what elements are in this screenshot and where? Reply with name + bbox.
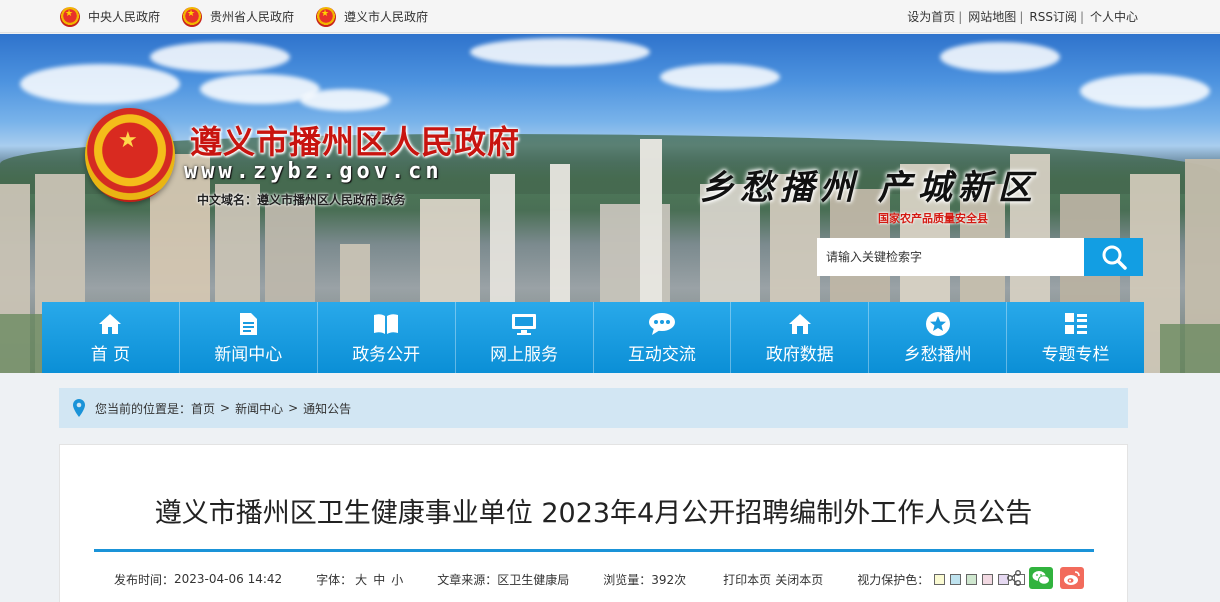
nav-online-service[interactable]: 网上服务 bbox=[456, 302, 594, 373]
font-label: 字体： bbox=[316, 572, 353, 587]
nav-label: 网上服务 bbox=[490, 344, 559, 365]
national-emblem-icon bbox=[182, 6, 203, 27]
title-divider bbox=[94, 549, 1094, 552]
breadcrumb: 您当前的位置是： 首页 > 新闻中心 > 通知公告 bbox=[59, 388, 1128, 428]
eye-label: 视力保护色： bbox=[857, 572, 930, 587]
document-icon bbox=[238, 311, 258, 337]
nav-special-topics[interactable]: 专题专栏 bbox=[1007, 302, 1144, 373]
nav-label: 首 页 bbox=[90, 344, 131, 365]
government-links: 中央人民政府 贵州省人民政府 遵义市人民政府 bbox=[60, 0, 450, 33]
zunyi-government-link[interactable]: 遵义市人民政府 bbox=[316, 6, 429, 27]
font-size-controls: 字体： 大 中 小 bbox=[316, 571, 403, 588]
location-pin-icon bbox=[73, 399, 85, 417]
article-panel: 遵义市播州区卫生健康事业单位 2023年4月公开招聘编制外工作人员公告 发布时间… bbox=[59, 444, 1128, 602]
national-emblem-icon bbox=[60, 6, 80, 27]
eye-color-blue[interactable] bbox=[950, 573, 962, 585]
breadcrumb-separator: > bbox=[288, 401, 299, 415]
eye-protection-colors: 视力保护色： bbox=[857, 571, 1026, 588]
utility-links: 设为首页 | 网站地图 | RSS订阅 | 个人中心 bbox=[907, 0, 1138, 33]
nav-home[interactable]: 首 页 bbox=[42, 302, 180, 373]
nav-government-data[interactable]: 政府数据 bbox=[731, 302, 870, 373]
top-bar: 中央人民政府 贵州省人民政府 遵义市人民政府 设为首页| 网站地图| RSS订阅… bbox=[0, 0, 1220, 33]
chat-icon bbox=[648, 311, 676, 337]
eye-color-yellow[interactable] bbox=[934, 573, 946, 585]
home-icon bbox=[98, 311, 122, 337]
breadcrumb-notices[interactable]: 通知公告 bbox=[303, 400, 351, 417]
source-value: 区卫生健康局 bbox=[497, 572, 570, 587]
national-emblem-icon bbox=[316, 6, 337, 27]
monitor-icon bbox=[511, 311, 537, 337]
publish-time: 发布时间： 2023-04-06 14:42 bbox=[114, 571, 282, 588]
font-small-button[interactable]: 小 bbox=[391, 571, 403, 588]
breadcrumb-home[interactable]: 首页 bbox=[191, 400, 215, 417]
article-source: 文章来源： 区卫生健康局 bbox=[437, 571, 569, 588]
nav-label: 政务公开 bbox=[352, 344, 421, 365]
nav-label: 专题专栏 bbox=[1041, 344, 1110, 365]
page-actions: 打印本页 关闭本页 bbox=[720, 571, 823, 588]
divider: | bbox=[1079, 9, 1084, 24]
divider: | bbox=[958, 9, 963, 24]
article-title: 遵义市播州区卫生健康事业单位 2023年4月公开招聘编制外工作人员公告 bbox=[154, 498, 1033, 529]
link-label: 中央人民政府 bbox=[88, 10, 161, 24]
national-emblem-logo bbox=[85, 108, 175, 202]
nav-news-center[interactable]: 新闻中心 bbox=[180, 302, 318, 373]
share-weibo-button[interactable] bbox=[1060, 567, 1084, 589]
search-box bbox=[817, 238, 1143, 276]
link-label: 贵州省人民政府 bbox=[210, 10, 295, 24]
link-label: 遵义市人民政府 bbox=[344, 10, 429, 24]
nav-label: 互动交流 bbox=[627, 344, 696, 365]
site-domain: www.zybz.gov.cn bbox=[184, 159, 443, 184]
divider: | bbox=[1019, 9, 1024, 24]
share-bar bbox=[1006, 567, 1084, 589]
article-meta: 发布时间： 2023-04-06 14:42 字体： 大 中 小 文章来源： 区… bbox=[114, 571, 1059, 587]
font-medium-button[interactable]: 中 bbox=[373, 571, 385, 588]
set-homepage-link[interactable]: 设为首页 bbox=[907, 8, 955, 25]
slogan-subtitle: 国家农产品质量安全县 bbox=[878, 212, 988, 225]
font-large-button[interactable]: 大 bbox=[355, 571, 367, 588]
search-input[interactable] bbox=[817, 238, 1084, 276]
nav-government-affairs[interactable]: 政务公开 bbox=[318, 302, 456, 373]
view-count: 浏览量： 392次 bbox=[603, 571, 686, 588]
breadcrumb-prefix: 您当前的位置是： bbox=[95, 401, 192, 416]
personal-center-link[interactable]: 个人中心 bbox=[1090, 8, 1138, 25]
publish-label: 发布时间： bbox=[114, 572, 175, 587]
eye-color-green[interactable] bbox=[966, 573, 978, 585]
book-icon bbox=[373, 311, 399, 337]
nav-label: 乡愁播州 bbox=[903, 344, 972, 365]
slogan: 乡愁播州 产城新区 bbox=[700, 168, 1038, 208]
guizhou-government-link[interactable]: 贵州省人民政府 bbox=[182, 6, 295, 27]
publish-value: 2023-04-06 14:42 bbox=[174, 572, 283, 586]
weibo-icon bbox=[1064, 571, 1080, 585]
wechat-icon bbox=[1032, 571, 1050, 585]
nav-label: 政府数据 bbox=[765, 344, 834, 365]
site-title: 遵义市播州区人民政府 bbox=[190, 123, 521, 161]
search-icon bbox=[1102, 245, 1127, 270]
nav-label: 新闻中心 bbox=[214, 344, 283, 365]
breadcrumb-separator: > bbox=[220, 401, 231, 415]
sitemap-link[interactable]: 网站地图 bbox=[968, 8, 1016, 25]
print-button[interactable]: 打印本页 bbox=[723, 571, 771, 588]
chinese-domain: 中文域名：遵义市播州区人民政府.政务 bbox=[197, 193, 406, 207]
views-label: 浏览量： bbox=[603, 572, 652, 587]
source-label: 文章来源： bbox=[437, 572, 498, 587]
rss-link[interactable]: RSS订阅 bbox=[1029, 8, 1077, 25]
house-data-icon bbox=[788, 311, 812, 337]
nav-nostalgia-bozhou[interactable]: 乡愁播州 bbox=[869, 302, 1008, 373]
main-navigation: 首 页 新闻中心 政务公开 网上服务 互动交流 政府数据 乡愁播州 专题专栏 bbox=[42, 302, 1144, 373]
nav-interaction[interactable]: 互动交流 bbox=[594, 302, 732, 373]
share-wechat-button[interactable] bbox=[1029, 567, 1053, 589]
star-icon bbox=[925, 311, 951, 337]
eye-color-pink[interactable] bbox=[982, 573, 994, 585]
central-government-link[interactable]: 中央人民政府 bbox=[60, 6, 161, 27]
grid-icon bbox=[1064, 311, 1088, 337]
views-value: 392次 bbox=[651, 572, 687, 587]
breadcrumb-news-center[interactable]: 新闻中心 bbox=[235, 400, 283, 417]
close-page-button[interactable]: 关闭本页 bbox=[775, 571, 823, 588]
share-icon[interactable] bbox=[1006, 570, 1022, 586]
search-button[interactable] bbox=[1084, 238, 1143, 276]
